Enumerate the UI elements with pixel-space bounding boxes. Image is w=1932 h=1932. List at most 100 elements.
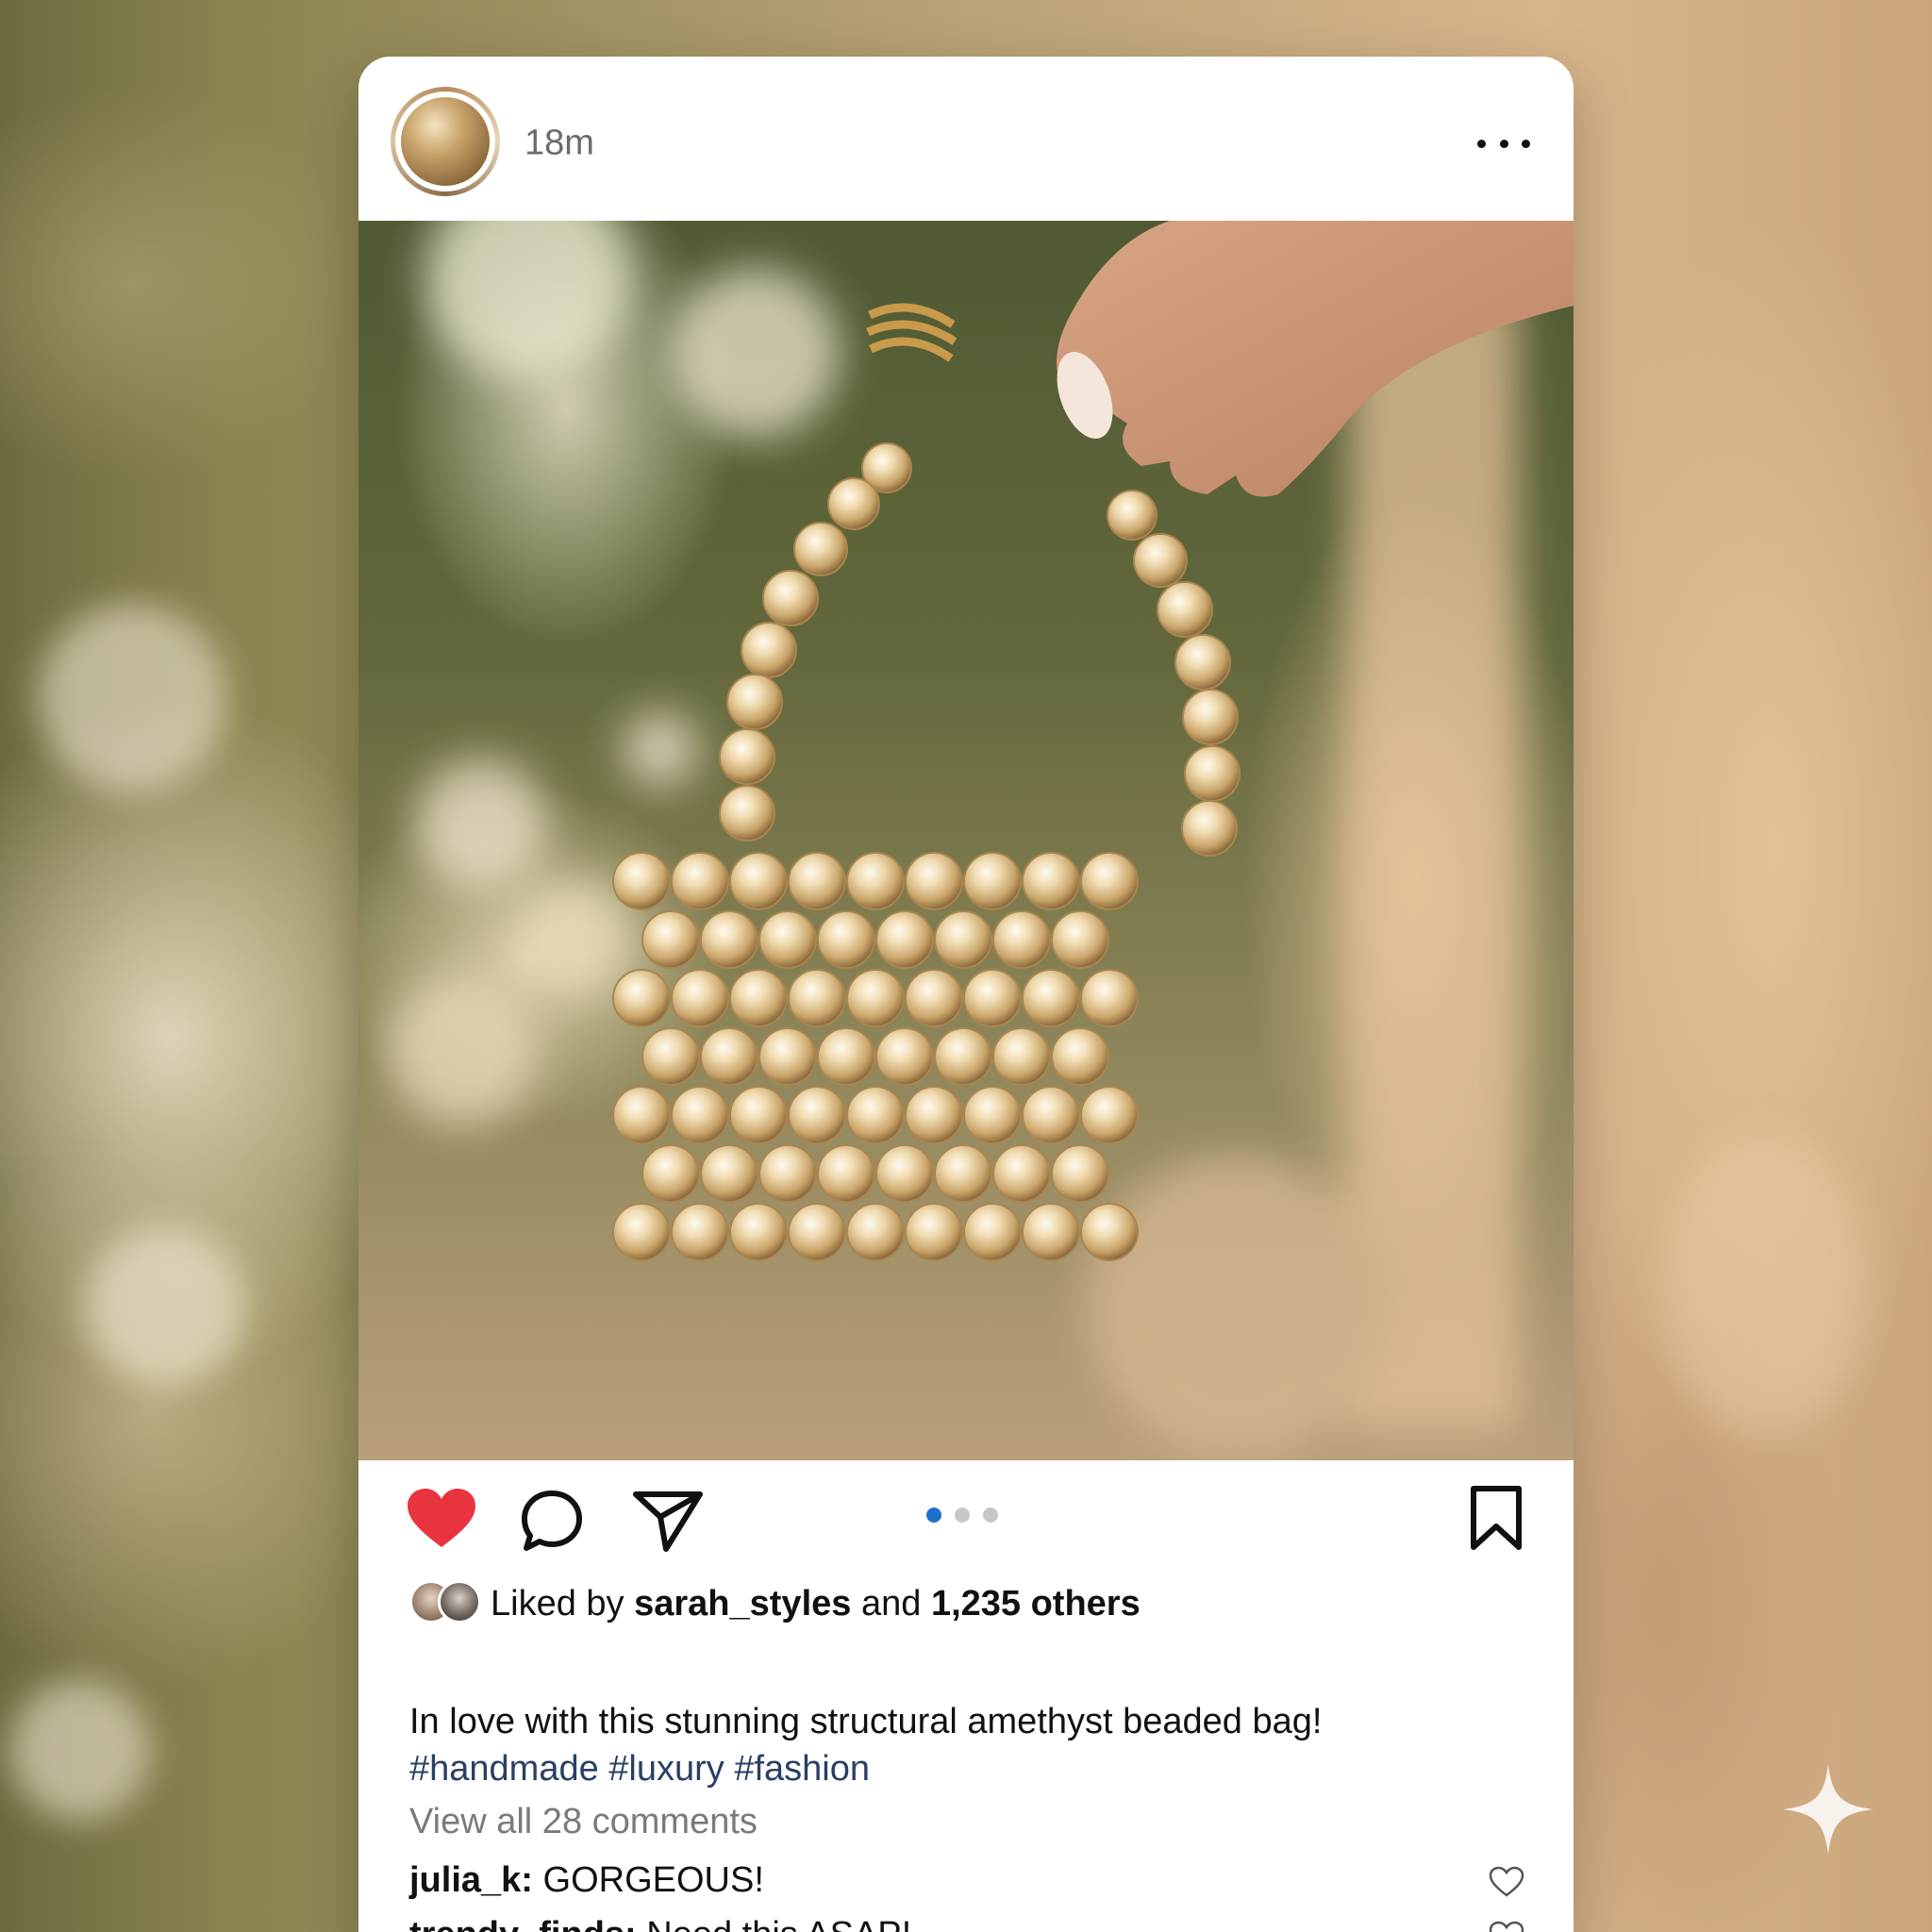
caption-hashtags[interactable]: #handmade #luxury #fashion — [409, 1745, 1541, 1792]
background-scene: 18m Liked by sarah_styles and 1,235 othe… — [0, 0, 1932, 1932]
bag-bead — [846, 1203, 905, 1261]
likes-count[interactable]: 1,235 others — [931, 1584, 1141, 1624]
bag-bead — [641, 910, 700, 969]
likes-row[interactable]: Liked by sarah_styles and 1,235 others — [409, 1577, 1141, 1630]
bag-bead — [612, 852, 671, 910]
bag-bead — [671, 1086, 729, 1144]
bag-bead — [817, 910, 875, 969]
carousel-dot — [926, 1507, 941, 1523]
bag-bead — [758, 1144, 817, 1203]
bag-bead — [1051, 1027, 1109, 1086]
bag-bead — [788, 1203, 846, 1261]
comment-item: trendy_finds: Need this ASAP! — [409, 1915, 911, 1932]
bag-bead — [1080, 852, 1139, 910]
profile-avatar[interactable] — [391, 87, 500, 196]
bag-bead — [1051, 910, 1109, 969]
comment-username[interactable]: trendy_finds: — [409, 1915, 637, 1932]
more-options-button[interactable] — [1477, 125, 1530, 162]
bag-bead — [875, 1027, 934, 1086]
comment-text: GORGEOUS! — [542, 1860, 764, 1900]
bag-bead — [992, 910, 1051, 969]
bag-bead — [846, 969, 905, 1027]
bag-bead — [817, 1144, 875, 1203]
bag-bead — [1051, 1144, 1109, 1203]
post-header: 18m — [358, 57, 1574, 221]
bag-bead — [729, 1203, 788, 1261]
avatar-frame — [395, 92, 495, 192]
bag-bead — [963, 1203, 1022, 1261]
comment-item: julia_k: GORGEOUS! — [409, 1860, 764, 1901]
heart-outline-icon[interactable] — [1489, 1921, 1524, 1932]
bag-bead — [1080, 1086, 1139, 1144]
bag-bead — [992, 1027, 1051, 1086]
likes-connector: and — [860, 1583, 922, 1624]
background-bokeh — [1660, 1132, 1868, 1434]
liked-by-username[interactable]: sarah_styles — [634, 1584, 851, 1624]
bag-bead — [641, 1144, 700, 1203]
carousel-indicator — [926, 1507, 998, 1523]
liker-avatars — [409, 1580, 491, 1627]
view-all-comments-link[interactable]: View all 28 comments — [409, 1802, 758, 1842]
bag-bead — [905, 852, 963, 910]
bag-bead — [612, 1086, 671, 1144]
bag-bead — [934, 1144, 992, 1203]
bag-bead — [788, 1086, 846, 1144]
avatar-image — [401, 97, 490, 186]
caption-text: In love with this stunning structural am… — [409, 1702, 1323, 1741]
comment-username[interactable]: julia_k: — [409, 1860, 533, 1900]
bag-bead — [875, 1144, 934, 1203]
bag-bead — [934, 1027, 992, 1086]
bag-bead — [1022, 1203, 1080, 1261]
background-bokeh — [85, 1226, 245, 1387]
bag-bead — [905, 1203, 963, 1261]
heart-filled-icon[interactable] — [406, 1487, 477, 1551]
likes-text: Liked by sarah_styles and 1,235 others — [491, 1584, 1141, 1624]
bag-bead — [905, 969, 963, 1027]
bag-bead — [641, 1027, 700, 1086]
carousel-dot — [955, 1507, 970, 1523]
bag-bead — [817, 1027, 875, 1086]
background-bokeh — [9, 1679, 151, 1821]
bag-bead — [671, 1203, 729, 1261]
bag-bead — [1022, 1086, 1080, 1144]
bag-bead — [700, 1144, 758, 1203]
bag-bead — [758, 1027, 817, 1086]
bag-bead — [1080, 969, 1139, 1027]
bookmark-icon[interactable] — [1468, 1485, 1524, 1553]
post-image[interactable] — [358, 221, 1574, 1460]
bag-bead — [612, 969, 671, 1027]
more-horizontal-icon — [1477, 139, 1486, 148]
bag-bead — [729, 1086, 788, 1144]
action-bar — [358, 1460, 1574, 1564]
background-bokeh — [38, 604, 226, 792]
bag-bead — [700, 1027, 758, 1086]
sparkle-watermark-icon — [1783, 1764, 1874, 1855]
comment-icon[interactable] — [519, 1489, 585, 1553]
carousel-dot — [983, 1507, 998, 1523]
post-time: 18m — [525, 123, 594, 163]
bag-bead — [700, 910, 758, 969]
more-horizontal-icon — [1522, 139, 1530, 148]
send-icon[interactable] — [632, 1489, 704, 1553]
bag-bead — [788, 969, 846, 1027]
bag-bead — [905, 1086, 963, 1144]
bag-bead — [992, 1144, 1051, 1203]
bag-bead — [671, 852, 729, 910]
bag-bead — [846, 852, 905, 910]
bag-bead — [963, 969, 1022, 1027]
bag-bead — [788, 852, 846, 910]
bag-bead — [729, 969, 788, 1027]
bag-bead — [846, 1086, 905, 1144]
bag-bead — [671, 969, 729, 1027]
bag-bead — [963, 1086, 1022, 1144]
bag-bead — [875, 910, 934, 969]
bag-bead — [1022, 852, 1080, 910]
beaded-bag-photo — [387, 221, 1574, 1457]
bag-bead — [758, 910, 817, 969]
avatar — [438, 1580, 481, 1624]
post-caption: In love with this stunning structural am… — [409, 1698, 1541, 1792]
bag-bead — [934, 910, 992, 969]
post-card: 18m Liked by sarah_styles and 1,235 othe… — [358, 57, 1574, 1932]
likes-prefix: Liked by — [491, 1583, 625, 1624]
heart-outline-icon[interactable] — [1489, 1866, 1524, 1898]
